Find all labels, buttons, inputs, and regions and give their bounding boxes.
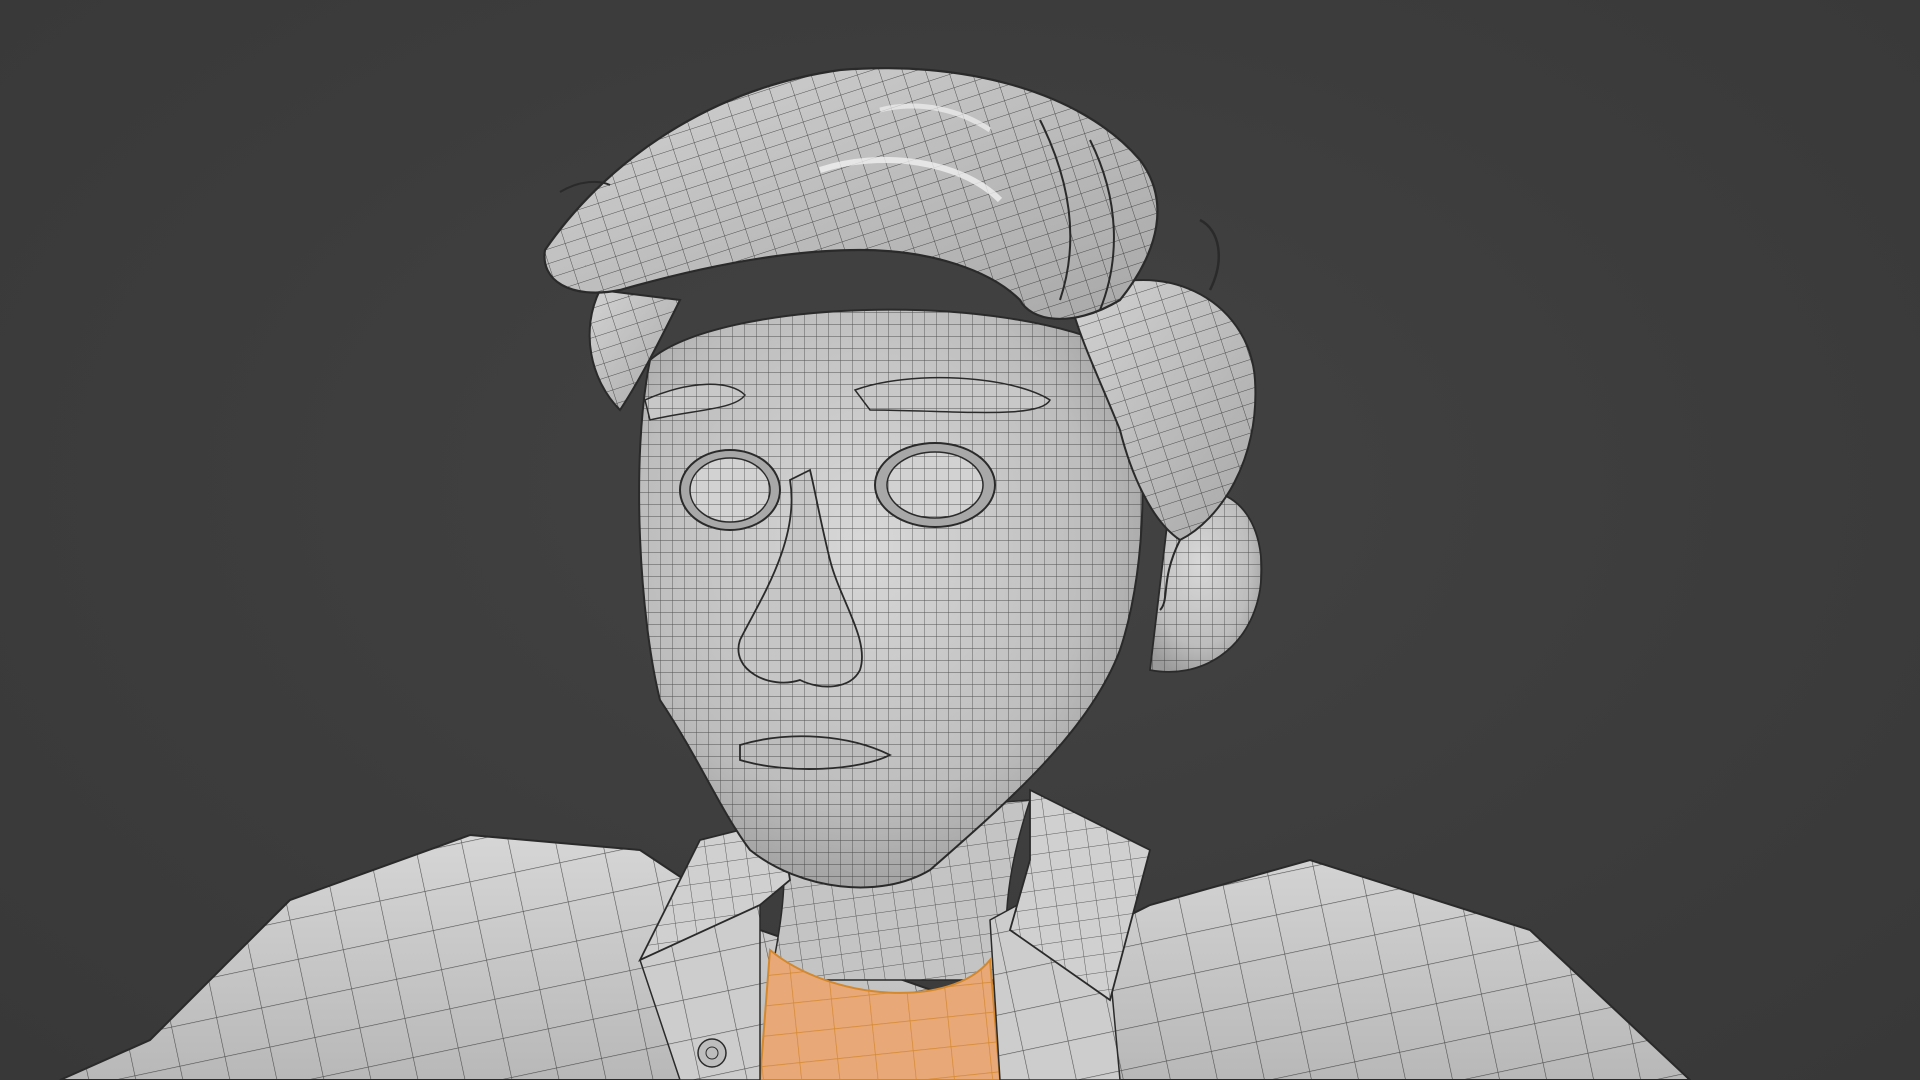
shirt-button-icon bbox=[697, 1038, 727, 1068]
3d-viewport[interactable] bbox=[0, 0, 1920, 1080]
eye-right-mesh[interactable] bbox=[874, 442, 996, 528]
character-mesh-render[interactable] bbox=[0, 0, 1920, 1080]
hair-top-mesh[interactable] bbox=[543, 67, 1220, 320]
eye-left-mesh[interactable] bbox=[679, 449, 781, 531]
